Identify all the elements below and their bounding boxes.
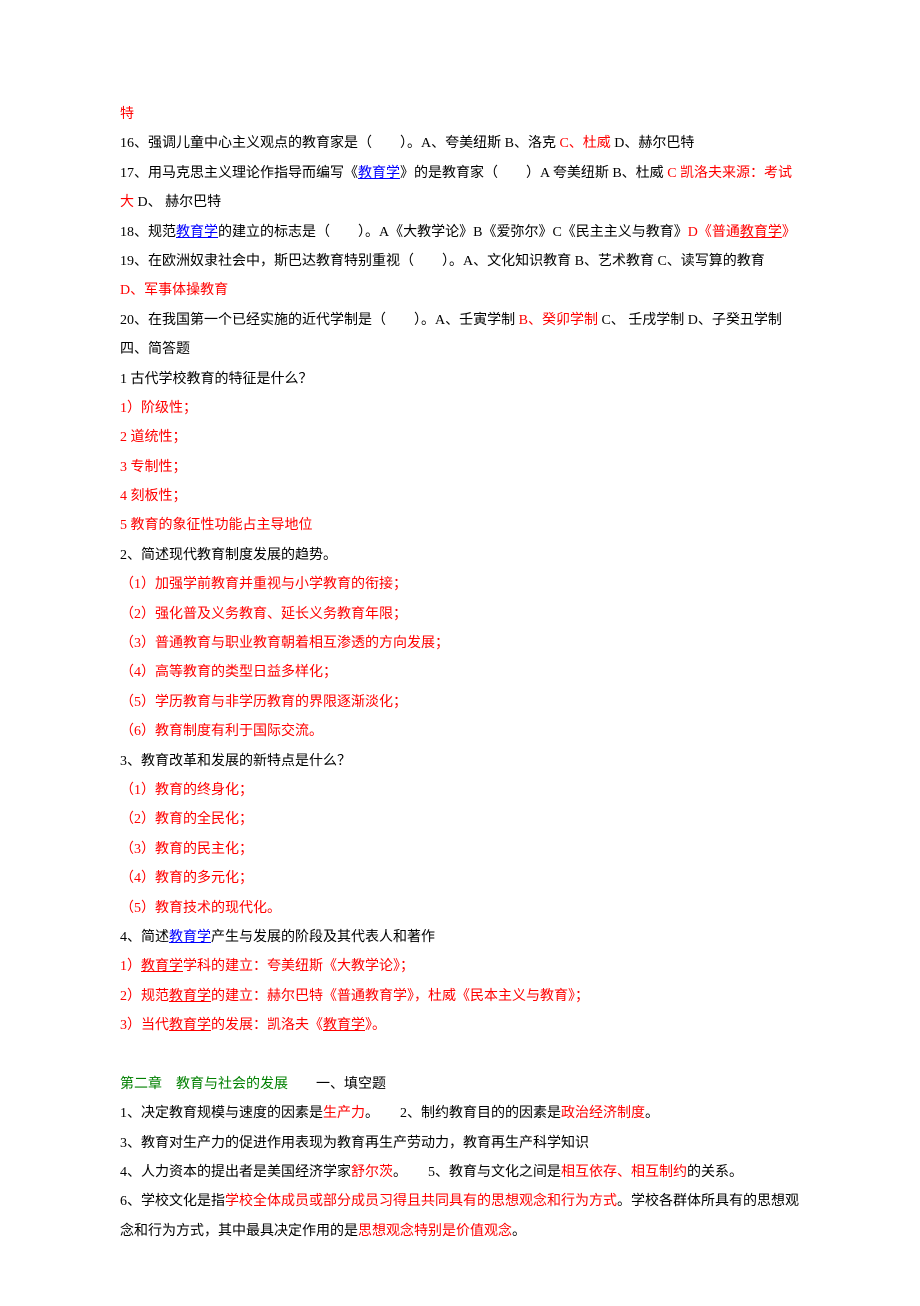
answer-item: （2）教育的全民化； (120, 805, 800, 834)
link-pedagogy[interactable]: 教育学 (358, 166, 400, 181)
text: 2）规范 (120, 989, 169, 1004)
answer-item: （2）强化普及义务教育、延长义务教育年限； (120, 600, 800, 629)
answer-item: 2 道统性； (120, 423, 800, 452)
text-fragment: 特 (120, 100, 800, 129)
answer-item: （5）学历教育与非学历教育的界限逐渐淡化； (120, 688, 800, 717)
text: C、 壬戌学制 D、子癸丑学制 (601, 313, 781, 328)
question-sa-4: 4、简述教育学产生与发展的阶段及其代表人和著作 (120, 923, 800, 952)
answer-item: 4 刻板性； (120, 482, 800, 511)
fill-blank-1-2: 1、决定教育规模与速度的因素是生产力。 2、制约教育目的的因素是政治经济制度。 (120, 1099, 800, 1128)
question-sa-3: 3、教育改革和发展的新特点是什么？ (120, 747, 800, 776)
text: 产生与发展的阶段及其代表人和著作 (211, 930, 435, 945)
answer-d: D《普通 (688, 225, 740, 240)
fill-blank-3: 3、教育对生产力的促进作用表现为教育再生产劳动力，教育再生产科学知识 (120, 1129, 800, 1158)
text: 。 5、教育与文化之间是 (393, 1165, 561, 1180)
text: D、 赫尔巴特 (138, 195, 222, 210)
text: 。 (645, 1106, 659, 1121)
answer: 舒尔茨 (351, 1165, 393, 1180)
question-19: 19、在欧洲奴隶社会中，斯巴达教育特别重视（ ）。A、文化知识教育 B、艺术教育… (120, 247, 800, 306)
answer-item: （4）教育的多元化； (120, 864, 800, 893)
answer-b: B、癸卯学制 (519, 313, 602, 328)
chapter-2-heading: 第二章 教育与社会的发展 一、填空题 (120, 1070, 800, 1099)
link-pedagogy[interactable]: 教育学 (323, 1018, 365, 1033)
text: 3）当代 (120, 1018, 169, 1033)
text: 》 (782, 225, 796, 240)
answer-item: （3）普通教育与职业教育朝着相互渗透的方向发展； (120, 629, 800, 658)
answer: 相互依存、相互制约 (561, 1165, 687, 1180)
link-pedagogy[interactable]: 教育学 (141, 959, 183, 974)
answer-d: D、军事体操教育 (120, 283, 228, 298)
document-page: 特 16、强调儿童中心主义观点的教育家是（ ）。A、夸美纽斯 B、洛克 C、杜威… (0, 0, 920, 1306)
answer-c: C、杜威 (559, 136, 614, 151)
text: 》的是教育家（ ）A 夸美纽斯 B、杜威 (400, 166, 667, 181)
section-label: 一、填空题 (288, 1077, 386, 1092)
answer: 生产力 (323, 1106, 365, 1121)
link-pedagogy[interactable]: 教育学 (176, 225, 218, 240)
answer: 政治经济制度 (561, 1106, 645, 1121)
text: 的建立：赫尔巴特《普通教育学》，杜威《民本主义与教育》； (211, 989, 589, 1004)
text: 。 2、制约教育目的的因素是 (365, 1106, 561, 1121)
fill-blank-6: 6、学校文化是指学校全体成员或部分成员习得且共同具有的思想观念和行为方式。学校各… (120, 1187, 800, 1246)
answer-item: （1）教育的终身化； (120, 776, 800, 805)
answer-item: 1）教育学学科的建立：夸美纽斯《大教学论》； (120, 952, 800, 981)
answer-item: 3 专制性； (120, 453, 800, 482)
text: 》。 (365, 1018, 386, 1033)
answer-item: （3）教育的民主化； (120, 835, 800, 864)
text: 4、简述 (120, 930, 169, 945)
text: 1） (120, 959, 141, 974)
text: 6、学校文化是指 (120, 1194, 225, 1209)
answer-item: 1）阶级性； (120, 394, 800, 423)
text: 16、强调儿童中心主义观点的教育家是（ ）。A、夸美纽斯 B、洛克 (120, 136, 559, 151)
question-17: 17、用马克思主义理论作指导而编写《教育学》的是教育家（ ）A 夸美纽斯 B、杜… (120, 159, 800, 218)
question-16: 16、强调儿童中心主义观点的教育家是（ ）。A、夸美纽斯 B、洛克 C、杜威 D… (120, 129, 800, 158)
section-heading: 四、简答题 (120, 335, 800, 364)
text: 的发展：凯洛夫《 (211, 1018, 323, 1033)
answer: 思想观念特别是价值观念 (358, 1224, 512, 1239)
question-20: 20、在我国第一个已经实施的近代学制是（ ）。A、壬寅学制 B、癸卯学制 C、 … (120, 306, 800, 335)
text: 学科的建立：夸美纽斯《大教学论》； (183, 959, 414, 974)
link-pedagogy[interactable]: 教育学 (740, 225, 782, 240)
chapter-title: 第二章 教育与社会的发展 (120, 1077, 288, 1092)
text: 1、决定教育规模与速度的因素是 (120, 1106, 323, 1121)
answer: 学校全体成员或部分成员习得且共同具有的思想观念和行为方式 (225, 1194, 617, 1209)
text: 的关系。 (687, 1165, 743, 1180)
answer-item: （1）加强学前教育并重视与小学教育的衔接； (120, 570, 800, 599)
text: 20、在我国第一个已经实施的近代学制是（ ）。A、壬寅学制 (120, 313, 519, 328)
text: 17、用马克思主义理论作指导而编写《 (120, 166, 358, 181)
answer-item: （4）高等教育的类型日益多样化； (120, 658, 800, 687)
answer-item: 5 教育的象征性功能占主导地位 (120, 511, 800, 540)
link-pedagogy[interactable]: 教育学 (169, 989, 211, 1004)
question-sa-1: 1 古代学校教育的特征是什么？ (120, 365, 800, 394)
answer-item: （6）教育制度有利于国际交流。 (120, 717, 800, 746)
text: 19、在欧洲奴隶社会中，斯巴达教育特别重视（ ）。A、文化知识教育 B、艺术教育… (120, 254, 765, 269)
link-pedagogy[interactable]: 教育学 (169, 1018, 211, 1033)
answer-item: 2）规范教育学的建立：赫尔巴特《普通教育学》，杜威《民本主义与教育》； (120, 982, 800, 1011)
question-sa-2: 2、简述现代教育制度发展的趋势。 (120, 541, 800, 570)
text: D、赫尔巴特 (614, 136, 694, 151)
fill-blank-4-5: 4、人力资本的提出者是美国经济学家舒尔茨。 5、教育与文化之间是相互依存、相互制… (120, 1158, 800, 1187)
answer-item: （5）教育技术的现代化。 (120, 894, 800, 923)
question-18: 18、规范教育学的建立的标志是（ ）。A《大教学论》B《爱弥尔》C《民主主义与教… (120, 218, 800, 247)
text: 18、规范 (120, 225, 176, 240)
text: 的建立的标志是（ ）。A《大教学论》B《爱弥尔》C《民主主义与教育》 (218, 225, 688, 240)
link-pedagogy[interactable]: 教育学 (169, 930, 211, 945)
answer-item: 3）当代教育学的发展：凯洛夫《教育学》。 (120, 1011, 800, 1040)
text: 。 (512, 1224, 526, 1239)
text: 4、人力资本的提出者是美国经济学家 (120, 1165, 351, 1180)
